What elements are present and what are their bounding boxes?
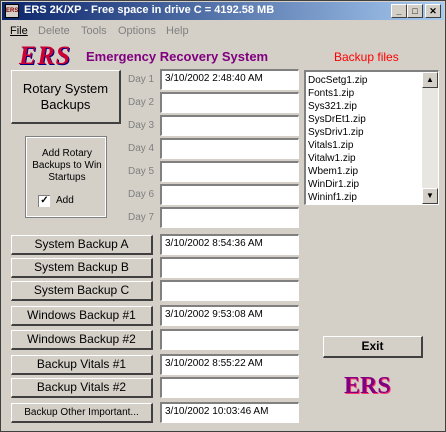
scroll-down-icon[interactable]: ▼ — [422, 188, 438, 204]
backup-3-field[interactable] — [160, 280, 299, 301]
day-label: Day 1 — [128, 74, 155, 85]
add-startup-checkbox[interactable]: ✓ — [38, 195, 50, 207]
menu-delete[interactable]: Delete — [38, 25, 70, 37]
app-subtitle: Emergency Recovery System — [86, 49, 269, 64]
backup-6-field[interactable]: 3/10/2002 8:55:22 AM — [160, 354, 299, 375]
backup-file-item[interactable]: SysDriv1.zip — [308, 126, 423, 139]
day-label: Day 2 — [128, 97, 155, 108]
day-label: Day 4 — [128, 143, 155, 154]
day-6-field[interactable] — [160, 184, 299, 205]
menu-options[interactable]: Options — [118, 25, 156, 37]
day-label: Day 6 — [128, 189, 155, 200]
backup-files-list[interactable]: DocSetg1.zip Fonts1.zip Sys321.zip SysDrEt1… — [304, 70, 439, 205]
backup-file-item[interactable]: Vitalw1.zip — [308, 152, 423, 165]
day-2-field[interactable] — [160, 92, 299, 113]
backup-files-title: Backup files — [334, 50, 399, 64]
backup-7-field[interactable] — [160, 377, 299, 398]
backup-button-2[interactable]: System Backup B — [11, 258, 153, 278]
day-label: Day 7 — [128, 212, 155, 223]
menu-help[interactable]: Help — [166, 25, 189, 37]
backup-button-6[interactable]: Backup Vitals #1 — [11, 355, 153, 375]
backup-file-item[interactable]: Wininf1.zip — [308, 191, 423, 204]
ers-logo: ERS — [19, 41, 72, 70]
backup-files-items: DocSetg1.zip Fonts1.zip Sys321.zip SysDrEt1… — [308, 74, 423, 204]
window-title: ERS 2K/XP - Free space in drive C = 4192… — [24, 4, 275, 16]
menu-tools[interactable]: Tools — [81, 25, 107, 37]
maximize-button[interactable]: □ — [407, 4, 423, 18]
startup-group-label: Add Rotary Backups to Win Startups — [32, 148, 102, 183]
day-4-field[interactable] — [160, 138, 299, 159]
menu-file[interactable]: File — [10, 25, 28, 37]
backup-file-item[interactable]: Vitals1.zip — [308, 139, 423, 152]
backup-file-item[interactable]: WinDir1.zip — [308, 178, 423, 191]
backup-button-1[interactable]: System Backup A — [11, 235, 153, 255]
add-startup-label: Add — [56, 195, 74, 206]
backup-1-field[interactable]: 3/10/2002 8:54:36 AM — [160, 234, 299, 255]
backup-button-4[interactable]: Windows Backup #1 — [11, 306, 153, 326]
footer-logo: ERS — [344, 373, 391, 399]
backup-5-field[interactable] — [160, 329, 299, 350]
list-scrollbar[interactable]: ▲ ▼ — [422, 72, 438, 204]
exit-button[interactable]: Exit — [323, 336, 423, 358]
backup-button-8[interactable]: Backup Other Important... — [11, 403, 153, 423]
day-label: Day 5 — [128, 166, 155, 177]
backup-button-5[interactable]: Windows Backup #2 — [11, 330, 153, 350]
day-7-field[interactable] — [160, 207, 299, 228]
menu-bar: File Delete Tools Options Help — [2, 22, 444, 40]
startup-group: Add Rotary Backups to Win Startups ✓ Add — [25, 136, 107, 218]
day-1-field[interactable]: 3/10/2002 2:48:40 AM — [160, 69, 299, 90]
backup-file-item[interactable]: Fonts1.zip — [308, 87, 423, 100]
scroll-up-icon[interactable]: ▲ — [422, 72, 438, 88]
backup-2-field[interactable] — [160, 257, 299, 278]
rotary-backups-button[interactable]: Rotary System Backups — [11, 70, 121, 124]
close-button[interactable]: ✕ — [425, 4, 441, 18]
backup-8-field[interactable]: 3/10/2002 10:03:46 AM — [160, 402, 299, 423]
day-label: Day 3 — [128, 120, 155, 131]
backup-file-item[interactable]: Wbem1.zip — [308, 165, 423, 178]
day-3-field[interactable] — [160, 115, 299, 136]
backup-button-3[interactable]: System Backup C — [11, 281, 153, 301]
backup-file-item[interactable]: SysDrEt1.zip — [308, 113, 423, 126]
backup-file-item[interactable]: DocSetg1.zip — [308, 74, 423, 87]
backup-4-field[interactable]: 3/10/2002 9:53:08 AM — [160, 305, 299, 326]
backup-file-item[interactable]: Sys321.zip — [308, 100, 423, 113]
app-window: ERS ERS 2K/XP - Free space in drive C = … — [0, 0, 446, 432]
minimize-button[interactable]: _ — [391, 4, 407, 18]
day-5-field[interactable] — [160, 161, 299, 182]
app-icon[interactable]: ERS — [5, 4, 19, 18]
backup-button-7[interactable]: Backup Vitals #2 — [11, 378, 153, 398]
title-bar[interactable]: ERS ERS 2K/XP - Free space in drive C = … — [2, 2, 444, 20]
